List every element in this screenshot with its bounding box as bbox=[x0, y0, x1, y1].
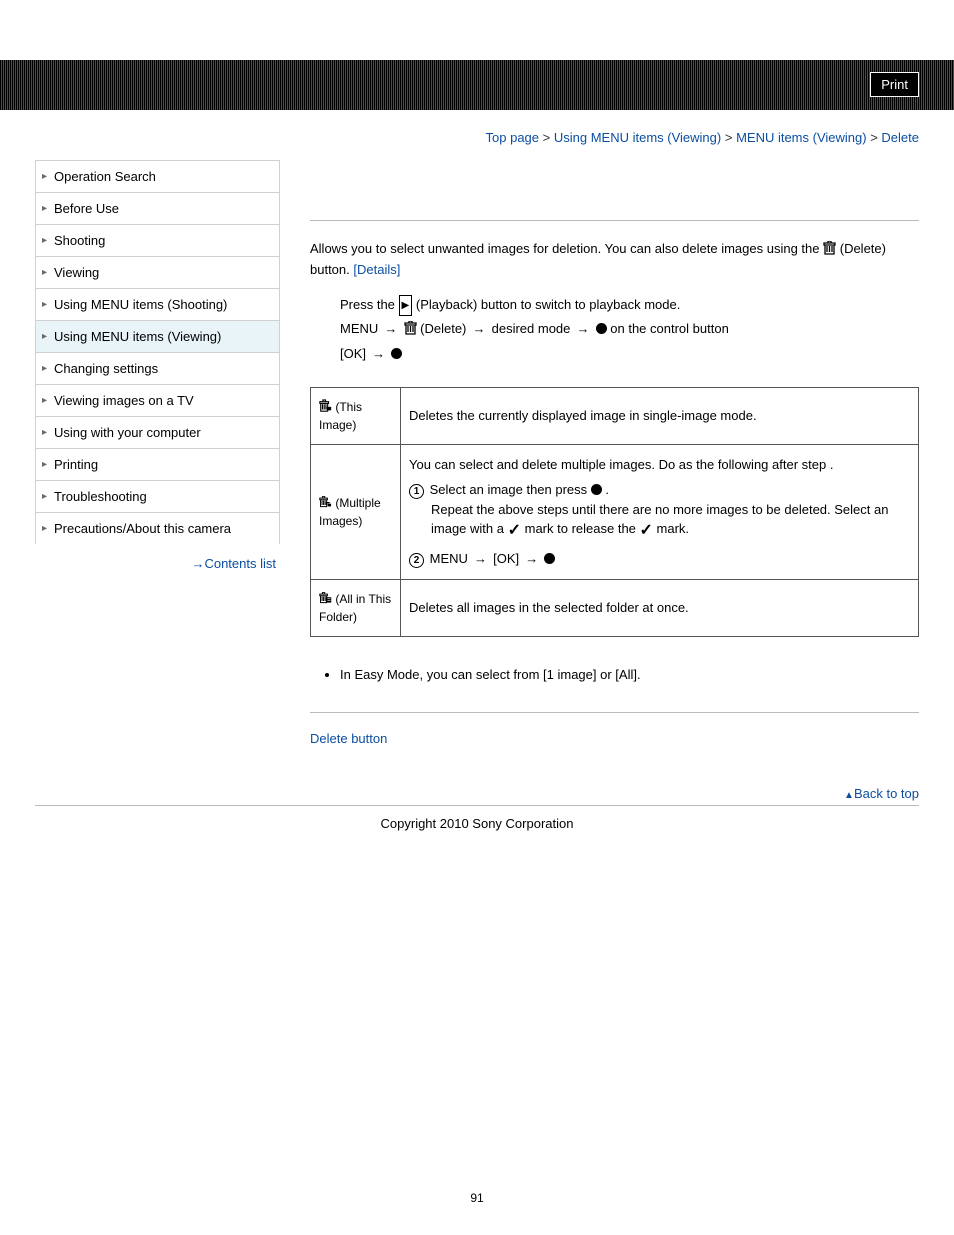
playback-icon: ▶ bbox=[399, 295, 413, 316]
breadcrumb-l3[interactable]: MENU items (Viewing) bbox=[736, 130, 867, 145]
breadcrumb-sep: > bbox=[870, 130, 881, 145]
arrow-icon bbox=[470, 317, 488, 342]
breadcrumb-top[interactable]: Top page bbox=[486, 130, 540, 145]
breadcrumb: Top page > Using MENU items (Viewing) > … bbox=[0, 110, 954, 155]
related-topic-link[interactable]: Delete button bbox=[310, 731, 919, 746]
intro-paragraph: Allows you to select unwanted images for… bbox=[310, 239, 919, 281]
trash-multiple-icon bbox=[319, 495, 332, 509]
step2-mode: desired mode bbox=[492, 321, 574, 336]
step2-menu: MENU bbox=[340, 321, 382, 336]
trash-icon bbox=[404, 321, 417, 335]
arrow-icon bbox=[523, 549, 541, 569]
note-item: In Easy Mode, you can select from [1 ima… bbox=[340, 667, 919, 682]
trash-this-icon bbox=[319, 399, 332, 413]
nav-operation-search[interactable]: Operation Search bbox=[35, 160, 280, 192]
r2-sub1b: . bbox=[605, 482, 609, 497]
details-link[interactable]: [Details] bbox=[353, 262, 400, 277]
r2-sub2b: [OK] bbox=[493, 551, 523, 566]
trash-all-icon bbox=[319, 591, 332, 605]
table-row: (Multiple Images) You can select and del… bbox=[311, 444, 919, 579]
trash-icon bbox=[823, 241, 836, 255]
row1-label: (This Image) bbox=[311, 387, 401, 444]
step2-control: on the control button bbox=[610, 321, 729, 336]
step3-ok: [OK] bbox=[340, 346, 370, 361]
r2-sub1d: mark to release the bbox=[525, 521, 640, 536]
print-button[interactable]: Print bbox=[870, 72, 919, 97]
row2-label: (Multiple Images) bbox=[311, 444, 401, 579]
nav-viewing[interactable]: Viewing bbox=[35, 256, 280, 288]
nav-troubleshooting[interactable]: Troubleshooting bbox=[35, 480, 280, 512]
r2-line1a: You can select and delete multiple image… bbox=[409, 457, 830, 472]
notes-list: In Easy Mode, you can select from [1 ima… bbox=[310, 667, 919, 682]
nav-menu-shooting[interactable]: Using MENU items (Shooting) bbox=[35, 288, 280, 320]
header-stripe: Print bbox=[0, 60, 954, 110]
table-row: (This Image) Deletes the currently displ… bbox=[311, 387, 919, 444]
step1-text-b: (Playback) button to switch to playback … bbox=[416, 297, 680, 312]
intro-text-a: Allows you to select unwanted images for… bbox=[310, 241, 823, 256]
options-table: (This Image) Deletes the currently displ… bbox=[310, 387, 919, 637]
steps-block: Press the ▶ (Playback) button to switch … bbox=[310, 293, 919, 367]
nav-using-computer[interactable]: Using with your computer bbox=[35, 416, 280, 448]
step-1: Press the ▶ (Playback) button to switch … bbox=[340, 293, 919, 318]
row3-desc: Deletes all images in the selected folde… bbox=[401, 579, 919, 636]
main-content: Allows you to select unwanted images for… bbox=[310, 155, 919, 786]
page-number: 91 bbox=[0, 841, 954, 1225]
arrow-icon bbox=[472, 549, 490, 569]
arrow-icon bbox=[382, 317, 400, 342]
back-to-top-link[interactable]: Back to top bbox=[844, 786, 919, 801]
circled-1-icon: 1 bbox=[409, 484, 424, 499]
table-row: (All in This Folder) Deletes all images … bbox=[311, 579, 919, 636]
breadcrumb-sep: > bbox=[543, 130, 554, 145]
sidebar-nav: Operation Search Before Use Shooting Vie… bbox=[35, 160, 280, 786]
row2-desc: You can select and delete multiple image… bbox=[401, 444, 919, 579]
r2-sub1a: Select an image then press bbox=[430, 482, 591, 497]
r2-sub1e: mark. bbox=[657, 521, 690, 536]
r2-sub2a: MENU bbox=[430, 551, 472, 566]
nav-viewing-tv[interactable]: Viewing images on a TV bbox=[35, 384, 280, 416]
nav-precautions[interactable]: Precautions/About this camera bbox=[35, 512, 280, 544]
center-button-icon bbox=[591, 484, 602, 495]
circled-2-icon: 2 bbox=[409, 553, 424, 568]
step-2: MENU (Delete) desired mode on the contro… bbox=[340, 317, 919, 342]
step2-delete: (Delete) bbox=[420, 321, 470, 336]
checkmark-icon: ✓ bbox=[508, 519, 521, 543]
center-button-icon bbox=[391, 348, 402, 359]
nav-shooting[interactable]: Shooting bbox=[35, 224, 280, 256]
center-button-icon bbox=[544, 553, 555, 564]
step1-text-a: Press the bbox=[340, 297, 399, 312]
top-banner bbox=[0, 0, 954, 60]
copyright-text: Copyright 2010 Sony Corporation bbox=[0, 806, 954, 841]
contents-list-link[interactable]: Contents list bbox=[35, 544, 280, 571]
nav-menu-viewing[interactable]: Using MENU items (Viewing) bbox=[35, 320, 280, 352]
arrow-icon bbox=[574, 317, 592, 342]
breadcrumb-current: Delete bbox=[881, 130, 919, 145]
arrow-icon bbox=[370, 342, 388, 367]
nav-changing-settings[interactable]: Changing settings bbox=[35, 352, 280, 384]
divider bbox=[310, 712, 919, 713]
nav-printing[interactable]: Printing bbox=[35, 448, 280, 480]
nav-before-use[interactable]: Before Use bbox=[35, 192, 280, 224]
breadcrumb-sep: > bbox=[725, 130, 736, 145]
r2-line1b: . bbox=[830, 457, 834, 472]
checkmark-icon: ✓ bbox=[640, 519, 653, 543]
row3-label: (All in This Folder) bbox=[311, 579, 401, 636]
row1-desc: Deletes the currently displayed image in… bbox=[401, 387, 919, 444]
breadcrumb-l2[interactable]: Using MENU items (Viewing) bbox=[554, 130, 721, 145]
back-to-top-row: Back to top bbox=[35, 786, 919, 806]
step-3: [OK] bbox=[340, 342, 919, 367]
center-button-icon bbox=[596, 323, 607, 334]
divider bbox=[310, 220, 919, 221]
